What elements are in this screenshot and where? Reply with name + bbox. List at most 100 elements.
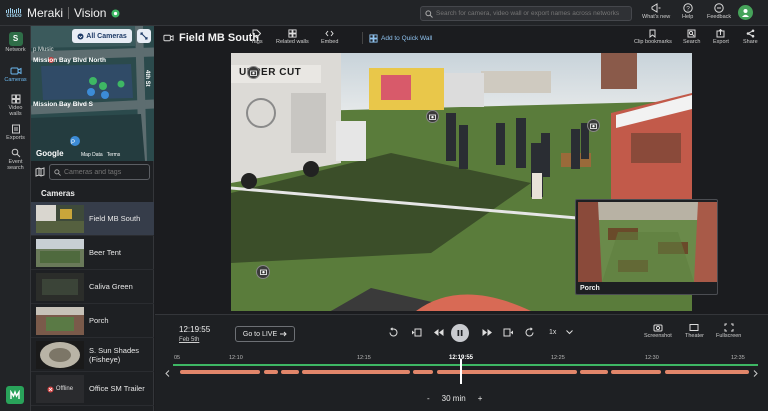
search-label: Search [683, 39, 701, 45]
camera-marker-icon [259, 269, 267, 275]
rail-item-event-search[interactable]: Event search [0, 148, 31, 171]
motion-segment[interactable] [413, 370, 433, 374]
all-cameras-dropdown[interactable]: All Cameras [72, 29, 132, 43]
export-icon [11, 124, 21, 134]
rail-label-video-walls: Video walls [8, 105, 23, 117]
share-button[interactable]: Share [743, 29, 758, 45]
camera-map[interactable]: P Mission Bay Blvd North Mission Bay Blv… [31, 26, 154, 161]
help-icon: ? [682, 3, 693, 13]
zoom-in-button[interactable]: + [478, 394, 483, 403]
camera-icon [10, 66, 22, 76]
brand-divider [68, 7, 70, 19]
rewind-icon[interactable] [433, 327, 444, 338]
camera-marker[interactable] [587, 119, 600, 132]
go-to-live-button[interactable]: Go to LIVE [235, 326, 295, 342]
replay-icon[interactable] [388, 327, 399, 338]
camera-sidebar: P Mission Bay Blvd North Mission Bay Blv… [31, 26, 154, 411]
camera-marker[interactable] [256, 265, 270, 279]
map-terms-link[interactable]: Terms [107, 152, 121, 158]
timeline-tick: 12:15 [357, 355, 371, 361]
bookmark-icon [648, 29, 657, 38]
add-to-quick-wall-button[interactable]: Add to Quick Wall [362, 32, 432, 44]
camera-marker[interactable] [426, 110, 439, 123]
camera-icon [163, 33, 174, 43]
motion-segment[interactable] [264, 370, 278, 374]
camera-thumbnail [36, 273, 84, 301]
screenshot-button[interactable]: Screenshot [644, 323, 672, 339]
chevron-down-icon [566, 330, 574, 335]
motion-segment[interactable] [611, 370, 661, 374]
motion-segment[interactable] [281, 370, 299, 374]
playhead[interactable] [460, 359, 462, 384]
expand-map-button[interactable] [137, 29, 151, 43]
cisco-text: cisco [6, 12, 22, 19]
quick-wall-label: Add to Quick Wall [381, 34, 433, 42]
camera-item[interactable]: Offline Office SM Trailer [31, 372, 154, 406]
motion-segment[interactable] [437, 370, 577, 374]
map-toggle-icon[interactable] [35, 167, 45, 177]
global-search-input[interactable] [436, 10, 631, 17]
tags-button[interactable]: Tags [251, 29, 263, 45]
rail-item-video-walls[interactable]: Video walls [0, 94, 31, 117]
timeline-tick: 12:35 [731, 355, 745, 361]
camera-thumbnail [36, 341, 84, 369]
camera-item[interactable]: Beer Tent [31, 236, 154, 270]
camera-offline-badge: Offline [36, 375, 84, 403]
help-button[interactable]: ? Help [682, 3, 693, 20]
current-date[interactable]: Feb 5th [179, 337, 199, 343]
brand[interactable]: cisco Meraki Vision [6, 6, 120, 20]
search-button[interactable]: Search [683, 29, 700, 45]
forward-icon[interactable] [524, 327, 535, 338]
timeline-right-arrow-icon[interactable] [753, 370, 758, 377]
event-search-icon [11, 148, 21, 158]
map-street-south: Mission Bay Blvd S [33, 101, 93, 108]
map-data-link[interactable]: Map Data [81, 152, 103, 158]
speed-value: 1x [549, 329, 557, 336]
fullscreen-label: Fullscreen [716, 333, 742, 339]
fullscreen-button[interactable]: Fullscreen [716, 323, 741, 339]
camera-item[interactable]: Caliva Green [31, 270, 154, 304]
camera-item[interactable]: Field MB South [31, 202, 154, 236]
export-label: Export [713, 39, 729, 45]
offline-label: Offline [55, 386, 74, 392]
pip-label: Porch [580, 285, 600, 292]
timeline[interactable]: 05 12:10 12:15 12:19:55 12:25 12:30 12:3… [165, 355, 758, 395]
camera-search-input[interactable] [64, 168, 148, 176]
pause-icon [456, 329, 464, 337]
current-time: 12:19:55 [179, 325, 211, 334]
fast-forward-icon[interactable] [482, 327, 493, 338]
speed-select[interactable]: 1x [549, 329, 574, 336]
embed-button[interactable]: Embed [321, 29, 338, 45]
export-button[interactable]: Export [713, 29, 729, 45]
rail-item-exports[interactable]: Exports [0, 124, 31, 141]
global-search[interactable] [420, 6, 632, 21]
zoom-out-button[interactable]: - [427, 394, 430, 403]
motion-segment[interactable] [580, 370, 608, 374]
search-icon [54, 168, 61, 176]
next-frame-icon[interactable] [503, 327, 514, 338]
timeline-tick: 12:25 [551, 355, 565, 361]
picture-in-picture[interactable]: Porch [575, 199, 718, 295]
clip-bookmarks-button[interactable]: Clip bookmarks [634, 29, 672, 45]
camera-item[interactable]: Porch [31, 304, 154, 338]
prev-frame-icon[interactable] [411, 327, 422, 338]
timeline-left-arrow-icon[interactable] [165, 370, 170, 377]
cameras-header: Cameras [41, 189, 75, 198]
motion-segment[interactable] [665, 370, 749, 374]
camera-search-field[interactable] [49, 164, 150, 180]
whats-new-button[interactable]: What's new [642, 3, 670, 20]
pause-button[interactable] [451, 324, 469, 342]
feedback-button[interactable]: Feedback [707, 3, 731, 20]
camera-marker[interactable] [247, 66, 260, 79]
rail-item-cameras[interactable]: Cameras [0, 66, 31, 83]
quick-wall-icon [369, 33, 378, 43]
user-avatar[interactable] [738, 5, 753, 20]
theater-button[interactable]: Theater [685, 323, 704, 339]
meraki-logo[interactable] [6, 386, 24, 404]
rail-label-cameras: Cameras [4, 77, 27, 83]
camera-item[interactable]: S. Sun Shades (Fisheye) [31, 338, 154, 372]
motion-segment[interactable] [180, 370, 260, 374]
related-walls-button[interactable]: Related walls [276, 29, 309, 45]
motion-segment[interactable] [302, 370, 410, 374]
rail-item-network[interactable]: S Network [0, 32, 31, 53]
